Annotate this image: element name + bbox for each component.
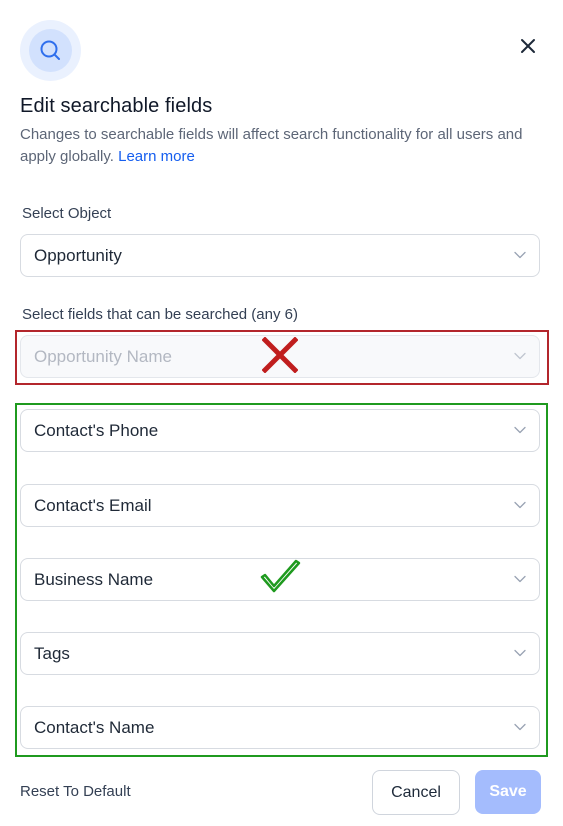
search-icon-badge-inner xyxy=(29,29,72,72)
reset-to-default-button[interactable]: Reset To Default xyxy=(20,783,131,800)
cancel-button[interactable]: Cancel xyxy=(372,770,460,815)
searchable-fields-label: Select fields that can be searched (any … xyxy=(22,306,298,323)
dialog-description: Changes to searchable fields will affect… xyxy=(20,124,540,168)
dialog-description-text: Changes to searchable fields will affect… xyxy=(20,126,523,165)
select-object-label: Select Object xyxy=(22,205,112,222)
object-select-value: Opportunity xyxy=(34,246,122,265)
search-icon xyxy=(40,40,60,60)
green-checkmark-icon xyxy=(260,559,301,593)
close-button[interactable] xyxy=(516,34,540,58)
dialog-title: Edit searchable fields xyxy=(20,95,213,117)
close-icon xyxy=(521,39,535,53)
learn-more-link[interactable]: Learn more xyxy=(118,148,195,165)
search-icon-badge xyxy=(20,20,81,81)
red-cross-icon xyxy=(262,337,298,373)
object-select[interactable]: Opportunity xyxy=(20,234,540,277)
save-button[interactable]: Save xyxy=(475,770,541,814)
chevron-down-icon xyxy=(514,251,526,259)
